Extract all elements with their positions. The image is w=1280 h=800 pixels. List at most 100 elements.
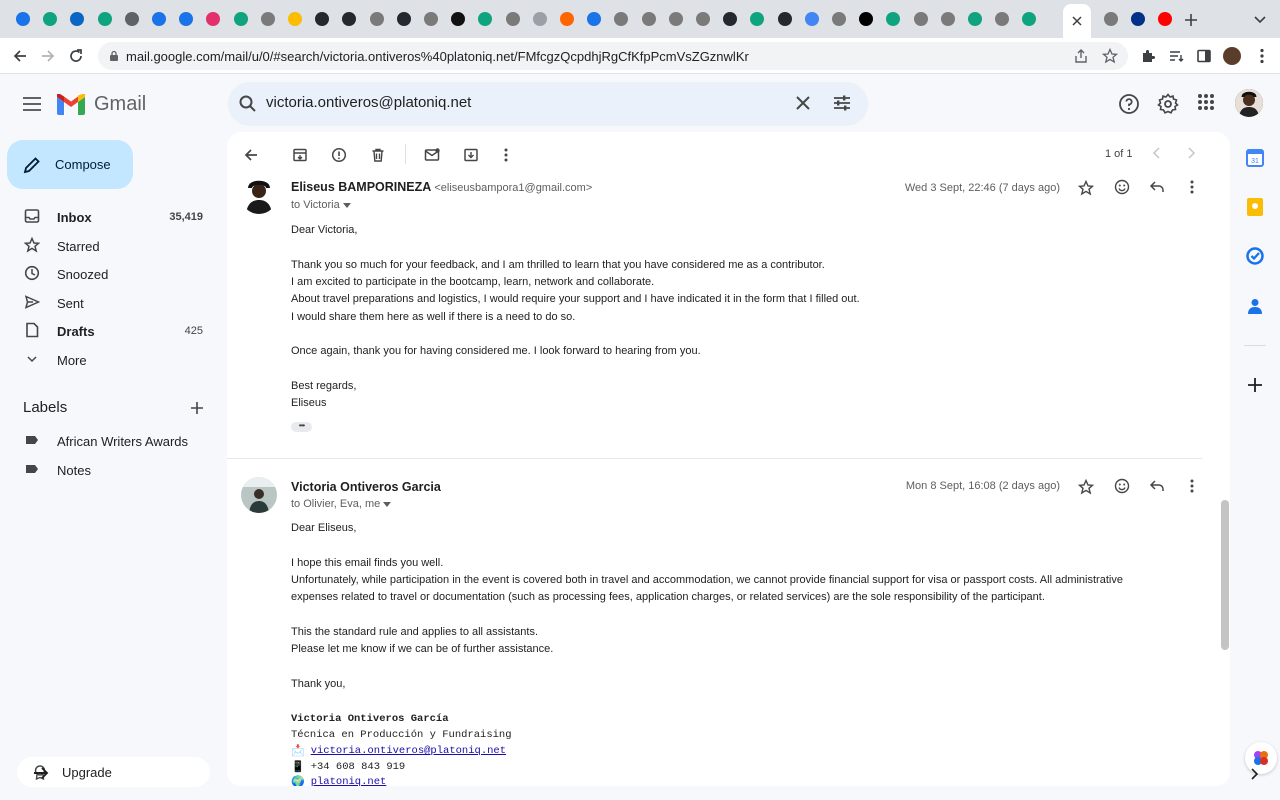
sidebar-item-snoozed[interactable]: Snoozed	[0, 260, 220, 288]
compose-button[interactable]: Compose	[7, 140, 133, 189]
sidebar-label-african-writers-awards[interactable]: African Writers Awards	[0, 427, 220, 455]
browser-tab[interactable]	[149, 9, 169, 29]
report-spam-icon[interactable]	[329, 145, 349, 165]
tasks-icon[interactable]	[1245, 246, 1265, 266]
message-more-icon[interactable]	[1182, 177, 1202, 197]
star-icon[interactable]	[1076, 477, 1096, 497]
omnibox[interactable]: mail.google.com/mail/u/0/#search/victori…	[98, 42, 1128, 70]
browser-tab[interactable]	[421, 9, 441, 29]
emoji-reaction-icon[interactable]	[1112, 177, 1132, 197]
add-label-icon[interactable]	[189, 400, 205, 416]
chrome-menu-icon[interactable]	[1252, 46, 1272, 66]
back-to-search-icon[interactable]	[241, 145, 261, 165]
browser-tab[interactable]	[856, 9, 876, 29]
help-icon[interactable]	[1118, 93, 1140, 115]
keep-icon[interactable]	[1245, 197, 1265, 217]
browser-tab[interactable]	[775, 9, 795, 29]
search-bar[interactable]	[228, 82, 868, 126]
upgrade-button[interactable]: Upgrade	[17, 757, 210, 787]
search-input[interactable]	[266, 94, 766, 111]
message-more-icon[interactable]	[1182, 476, 1202, 496]
tab-active[interactable]	[1063, 4, 1091, 38]
move-to-icon[interactable]	[461, 145, 481, 165]
scrollbar-thumb[interactable]	[1221, 500, 1229, 650]
site-info-icon[interactable]	[108, 50, 120, 62]
browser-tab[interactable]	[1155, 9, 1175, 29]
browser-tab[interactable]	[693, 9, 713, 29]
browser-tab[interactable]	[911, 9, 931, 29]
search-icon[interactable]	[238, 94, 258, 114]
sender-avatar[interactable]	[241, 178, 277, 214]
browser-tab[interactable]	[176, 9, 196, 29]
browser-tab[interactable]	[339, 9, 359, 29]
share-icon[interactable]	[1074, 49, 1088, 63]
clear-search-icon[interactable]	[794, 94, 812, 112]
close-tab-icon[interactable]	[1072, 16, 1082, 26]
browser-tab[interactable]	[720, 9, 740, 29]
browser-tab[interactable]	[203, 9, 223, 29]
calendar-icon[interactable]: 31	[1245, 148, 1265, 168]
gmail-logo-icon[interactable]	[57, 94, 85, 115]
extensions-icon[interactable]	[1138, 46, 1158, 66]
browser-tab[interactable]	[611, 9, 631, 29]
account-avatar[interactable]	[1235, 89, 1263, 117]
browser-tab[interactable]	[475, 9, 495, 29]
sidebar-item-drafts[interactable]: Drafts 425	[0, 317, 220, 345]
browser-tab[interactable]	[883, 9, 903, 29]
delete-icon[interactable]	[368, 145, 388, 165]
reply-icon[interactable]	[1147, 476, 1167, 496]
sender-name[interactable]: Victoria Ontiveros Garcia	[291, 480, 441, 494]
signature-email-link[interactable]: victoria.ontiveros@platoniq.net	[311, 745, 506, 757]
browser-tab[interactable]	[829, 9, 849, 29]
mark-unread-icon[interactable]	[422, 145, 442, 165]
browser-tab[interactable]	[1019, 9, 1039, 29]
scrollbar-track[interactable]	[1219, 175, 1229, 786]
side-panel-icon[interactable]	[1194, 46, 1214, 66]
signature-website-link[interactable]: platoniq.net	[311, 776, 387, 786]
tab-search-chevron-icon[interactable]	[1250, 10, 1270, 30]
sidebar-item-starred[interactable]: Starred	[0, 232, 220, 260]
sender-avatar[interactable]	[241, 477, 277, 513]
browser-tab[interactable]	[67, 9, 87, 29]
bookmark-star-icon[interactable]	[1102, 48, 1118, 64]
browser-tab[interactable]	[639, 9, 659, 29]
browser-tab[interactable]	[394, 9, 414, 29]
sidebar-item-sent[interactable]: Sent	[0, 289, 220, 317]
settings-gear-icon[interactable]	[1157, 93, 1179, 115]
browser-tab[interactable]	[1128, 9, 1148, 29]
browser-tab[interactable]	[747, 9, 767, 29]
contacts-icon[interactable]	[1245, 296, 1265, 316]
google-apps-icon[interactable]	[1197, 93, 1215, 111]
browser-tab[interactable]	[1101, 9, 1121, 29]
browser-tab[interactable]	[802, 9, 822, 29]
browser-tab[interactable]	[530, 9, 550, 29]
browser-tab[interactable]	[312, 9, 332, 29]
sidebar-item-inbox[interactable]: Inbox 35,419	[0, 203, 220, 231]
reload-icon[interactable]	[66, 46, 86, 66]
browser-tab[interactable]	[938, 9, 958, 29]
chevron-left-icon[interactable]	[1149, 145, 1165, 161]
chevron-right-icon[interactable]	[1183, 145, 1199, 161]
profile-avatar-icon[interactable]	[1222, 46, 1242, 66]
browser-tab[interactable]	[965, 9, 985, 29]
browser-tab[interactable]	[448, 9, 468, 29]
recipients-toggle[interactable]: to Olivier, Eva, me	[291, 498, 392, 510]
url-text[interactable]: mail.google.com/mail/u/0/#search/victori…	[126, 49, 749, 64]
sidebar-label-notes[interactable]: Notes	[0, 456, 220, 484]
chevron-right-icon[interactable]	[1248, 767, 1260, 781]
browser-tab[interactable]	[231, 9, 251, 29]
search-options-icon[interactable]	[832, 93, 852, 113]
more-actions-icon[interactable]	[496, 145, 516, 165]
recipients-toggle[interactable]: to Victoria	[291, 199, 351, 211]
sidebar-item-more[interactable]: More	[0, 346, 220, 374]
emoji-reaction-icon[interactable]	[1112, 476, 1132, 496]
browser-tab[interactable]	[367, 9, 387, 29]
show-trimmed-content-button[interactable]: •••	[291, 422, 312, 432]
browser-tab[interactable]	[258, 9, 278, 29]
forward-arrow-icon[interactable]	[38, 46, 58, 66]
browser-tab[interactable]	[285, 9, 305, 29]
browser-tab[interactable]	[13, 9, 33, 29]
main-menu-icon[interactable]	[20, 92, 44, 116]
gmail-wordmark[interactable]: Gmail	[94, 93, 146, 116]
reading-list-icon[interactable]	[1166, 46, 1186, 66]
